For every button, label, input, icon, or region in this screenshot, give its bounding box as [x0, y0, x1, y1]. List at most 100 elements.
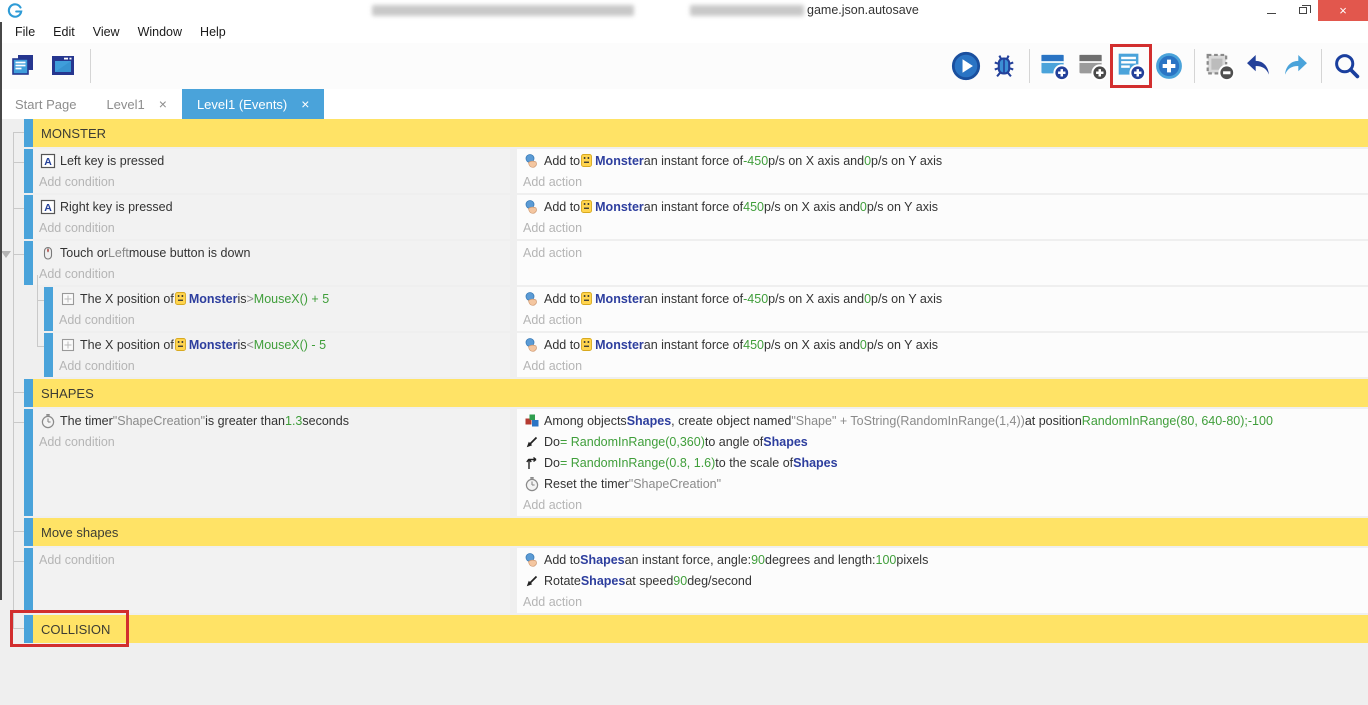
add-condition-button[interactable]: Add condition — [59, 355, 510, 376]
condition[interactable]: The X position of Monster is < MouseX() … — [59, 334, 510, 355]
close-icon[interactable]: × — [1318, 0, 1368, 21]
action[interactable]: Add to Monster an instant force of 450 p… — [523, 334, 1368, 355]
tab-label: Level1 (Events) — [197, 97, 287, 112]
menu-file[interactable]: File — [6, 25, 44, 39]
event-selection-bar[interactable] — [24, 409, 33, 516]
play-icon[interactable] — [949, 48, 983, 84]
xpos-icon — [59, 337, 76, 353]
event-group-header[interactable]: Move shapes — [33, 518, 1368, 546]
event-selection-bar[interactable] — [24, 149, 33, 193]
redo-icon[interactable] — [1279, 48, 1313, 84]
menu-view[interactable]: View — [84, 25, 129, 39]
events-sheet: MONSTERALeft key is pressedAdd condition… — [0, 119, 1368, 704]
add-object-icon[interactable] — [1152, 48, 1186, 84]
add-external-events-icon[interactable] — [1076, 48, 1110, 84]
tree-line — [13, 392, 24, 393]
project-manager-window-icon[interactable] — [46, 48, 80, 84]
keyboard-icon: A — [39, 153, 56, 169]
add-condition-button[interactable]: Add condition — [39, 431, 510, 452]
event-selection-bar[interactable] — [24, 548, 33, 613]
event-selection-bar[interactable] — [44, 333, 53, 377]
event-selection-bar[interactable] — [24, 195, 33, 239]
debug-bug-icon[interactable] — [987, 48, 1021, 84]
add-action-button[interactable]: Add action — [523, 591, 1368, 612]
add-events-sheet-icon[interactable] — [1114, 48, 1148, 84]
title-bar: game.json.autosave × — [0, 0, 1368, 21]
window-edge-strip — [0, 22, 2, 600]
add-condition-button[interactable]: Add condition — [39, 549, 510, 570]
mouse-icon — [39, 245, 56, 261]
condition[interactable]: ARight key is pressed — [39, 196, 510, 217]
tab-level1-events[interactable]: Level1 (Events) × — [182, 89, 325, 119]
add-condition-button[interactable]: Add condition — [39, 217, 510, 238]
add-action-button[interactable]: Add action — [523, 309, 1368, 330]
menu-help[interactable]: Help — [191, 25, 235, 39]
monster-icon — [581, 154, 592, 167]
event-selection-bar[interactable] — [24, 119, 33, 147]
gdevelop-logo-icon — [7, 2, 23, 23]
event-group-header[interactable]: COLLISION — [33, 615, 1368, 643]
condition[interactable]: The timer "ShapeCreation" is greater tha… — [39, 410, 510, 431]
add-action-button[interactable]: Add action — [523, 171, 1368, 192]
window-title: game.json.autosave — [807, 3, 919, 17]
tab-bar: Start Page Level1 × Level1 (Events) × — [0, 89, 1368, 119]
add-condition-button[interactable]: Add condition — [39, 171, 510, 192]
monster-icon — [175, 292, 186, 305]
event-group-header[interactable]: MONSTER — [33, 119, 1368, 147]
conditions-cell: The X position of Monster is > MouseX() … — [53, 287, 510, 331]
action[interactable]: Add to Shapes an instant force, angle: 9… — [523, 549, 1368, 570]
blurred-title-text — [690, 5, 804, 16]
undo-icon[interactable] — [1241, 48, 1275, 84]
actions-cell: Add to Monster an instant force of -450 … — [517, 287, 1368, 331]
menu-edit[interactable]: Edit — [44, 25, 84, 39]
event-selection-bar[interactable] — [24, 241, 33, 285]
action[interactable]: Rotate Shapes at speed 90deg/second — [523, 570, 1368, 591]
action[interactable]: Reset the timer "ShapeCreation" — [523, 473, 1368, 494]
add-action-button[interactable]: Add action — [523, 217, 1368, 238]
tab-level1[interactable]: Level1 × — [91, 89, 182, 119]
tree-rail — [0, 119, 24, 147]
force-icon — [523, 552, 540, 568]
tree-line — [37, 346, 44, 347]
action[interactable]: Add to Monster an instant force of -450 … — [523, 288, 1368, 309]
svg-text:A: A — [44, 156, 52, 168]
action[interactable]: Add to Monster an instant force of 450 p… — [523, 196, 1368, 217]
open-project-icon[interactable] — [6, 48, 40, 84]
condition[interactable]: The X position of Monster is > MouseX() … — [59, 288, 510, 309]
event-selection-bar[interactable] — [24, 518, 33, 546]
column-divider — [510, 333, 517, 377]
restore-icon[interactable] — [1287, 0, 1318, 21]
expand-triangle-icon[interactable] — [1, 251, 11, 258]
close-icon[interactable]: × — [301, 96, 309, 112]
add-condition-button[interactable]: Add condition — [39, 263, 510, 284]
tree-line — [13, 422, 24, 423]
event-selection-bar[interactable] — [24, 615, 33, 643]
tab-start-page[interactable]: Start Page — [0, 89, 91, 119]
add-scene-icon[interactable] — [1038, 48, 1072, 84]
add-condition-button[interactable]: Add condition — [59, 309, 510, 330]
action[interactable]: Do = RandomInRange(0,360) to angle of Sh… — [523, 431, 1368, 452]
tree-line — [13, 162, 24, 163]
minimize-icon[interactable] — [1256, 0, 1287, 21]
action[interactable]: Among objects Shapes, create object name… — [523, 410, 1368, 431]
event-group-header[interactable]: SHAPES — [33, 379, 1368, 407]
condition[interactable]: Touch or Left mouse button is down — [39, 242, 510, 263]
action[interactable]: Add to Monster an instant force of -450 … — [523, 150, 1368, 171]
svg-text:A: A — [44, 202, 52, 214]
actions-cell: Add action — [517, 241, 1368, 285]
tree-line — [13, 208, 24, 209]
tree-line — [13, 132, 14, 628]
add-action-button[interactable]: Add action — [523, 494, 1368, 515]
event-selection-bar[interactable] — [44, 287, 53, 331]
event-selection-bar[interactable] — [24, 379, 33, 407]
condition[interactable]: ALeft key is pressed — [39, 150, 510, 171]
conditions-cell: The timer "ShapeCreation" is greater tha… — [33, 409, 510, 516]
remove-instance-icon[interactable] — [1203, 48, 1237, 84]
add-action-button[interactable]: Add action — [523, 355, 1368, 376]
menu-window[interactable]: Window — [129, 25, 191, 39]
action[interactable]: Do = RandomInRange(0.8, 1.6) to the scal… — [523, 452, 1368, 473]
add-action-button[interactable]: Add action — [523, 242, 1368, 263]
search-icon[interactable] — [1330, 48, 1364, 84]
close-icon[interactable]: × — [159, 96, 167, 112]
menu-bar: File Edit View Window Help — [0, 21, 1368, 43]
